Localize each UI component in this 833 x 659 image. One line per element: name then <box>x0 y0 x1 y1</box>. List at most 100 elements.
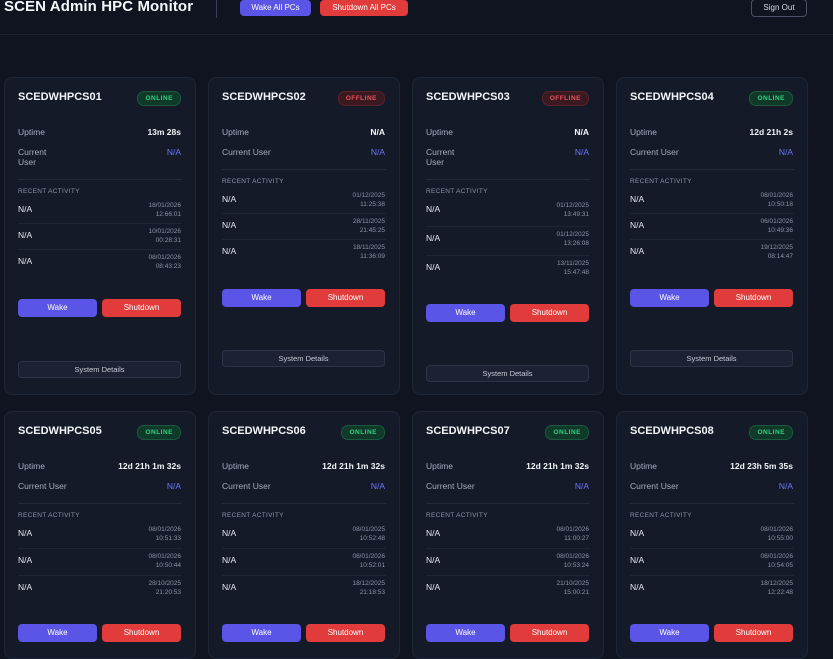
wake-button[interactable]: Wake <box>18 624 97 642</box>
section-divider <box>426 503 590 504</box>
activity-timestamp: 28/11/2025 21:45:25 <box>353 218 385 235</box>
activity-time: 10:51:33 <box>155 534 181 542</box>
wake-button[interactable]: Wake <box>630 624 709 642</box>
activity-separator <box>426 255 590 256</box>
uptime-label: Uptime <box>630 127 657 137</box>
wake-all-button[interactable]: Wake All PCs <box>240 0 311 16</box>
activity-user: N/A <box>426 555 441 565</box>
shutdown-button[interactable]: Shutdown <box>510 304 589 322</box>
activity-time: 08:43:23 <box>155 262 181 270</box>
activity-separator <box>18 223 182 224</box>
pc-name: SCEDWHPCS04 <box>630 91 714 103</box>
activity-user: N/A <box>222 528 237 538</box>
activity-timestamp: 08/01/2026 10:54:05 <box>760 553 793 570</box>
current-user-value: N/A <box>778 481 793 491</box>
activity-time: 13:26:08 <box>563 239 589 247</box>
uptime-label: Uptime <box>222 461 249 471</box>
activity-date: 13/11/2025 <box>556 260 589 267</box>
activity-date: 01/12/2025 <box>352 192 385 199</box>
shutdown-button[interactable]: Shutdown <box>102 624 181 642</box>
activity-user: N/A <box>426 233 441 243</box>
activity-time: 10:55:00 <box>767 534 793 542</box>
pc-card: SCEDWHPCS06 ONLINE Uptime 12d 21h 1m 32s Cur… <box>208 411 400 659</box>
activity-user: N/A <box>18 582 33 592</box>
activity-date: 08/01/2025 <box>352 526 385 533</box>
shutdown-button[interactable]: Shutdown <box>306 624 385 642</box>
activity-timestamp: 08/01/2026 10:55:00 <box>760 526 793 543</box>
activity-user: N/A <box>222 555 237 565</box>
uptime-value: 12d 21h 1m 32s <box>322 461 385 471</box>
activity-separator <box>18 548 182 549</box>
system-details-button[interactable]: System Details <box>630 350 793 367</box>
activity-time: 21:45:25 <box>359 226 385 234</box>
activity-date: 28/11/2025 <box>352 218 385 225</box>
activity-time: 10:52:01 <box>359 561 385 569</box>
activity-date: 08/01/2026 <box>760 192 793 199</box>
activity-time: 10:49:36 <box>767 226 793 234</box>
activity-time: 15:00:21 <box>563 588 589 596</box>
activity-user: N/A <box>426 528 441 538</box>
activity-user: N/A <box>222 582 237 592</box>
activity-separator <box>18 575 182 576</box>
activity-timestamp: 28/10/2025 21:20:53 <box>148 580 181 597</box>
activity-date: 08/01/2026 <box>148 553 181 560</box>
activity-separator <box>222 575 386 576</box>
activity-timestamp: 08/01/2026 08:43:23 <box>148 254 181 271</box>
activity-date: 01/12/2025 <box>556 202 589 209</box>
wake-button[interactable]: Wake <box>426 624 505 642</box>
current-user-label: Current User <box>18 481 67 491</box>
activity-date: 08/01/2026 <box>556 526 589 533</box>
activity-timestamp: 01/12/2025 11:25:38 <box>352 192 385 209</box>
activity-user: N/A <box>18 256 33 266</box>
activity-user: N/A <box>630 528 645 538</box>
activity-timestamp: 10/01/2026 00:28:31 <box>148 228 181 245</box>
pc-name: SCEDWHPCS06 <box>222 425 306 437</box>
activity-timestamp: 01/12/2025 13:49:31 <box>556 202 589 219</box>
shutdown-button[interactable]: Shutdown <box>102 299 181 317</box>
section-divider <box>18 503 182 504</box>
activity-timestamp: 08/01/2026 10:51:33 <box>148 526 181 543</box>
activity-time: 00:28:31 <box>155 236 181 244</box>
wake-button[interactable]: Wake <box>426 304 505 322</box>
wake-button[interactable]: Wake <box>18 299 97 317</box>
shutdown-all-button[interactable]: Shutdown All PCs <box>320 0 408 16</box>
current-user-value: N/A <box>370 147 385 157</box>
activity-date: 06/01/2026 <box>760 218 793 225</box>
pc-name: SCEDWHPCS02 <box>222 91 306 103</box>
activity-time: 13:49:31 <box>563 210 589 218</box>
activity-date: 18/01/2026 <box>148 202 181 209</box>
status-badge: ONLINE <box>341 425 385 440</box>
sign-out-button[interactable]: Sign Out <box>751 0 807 17</box>
shutdown-button[interactable]: Shutdown <box>714 289 793 307</box>
activity-timestamp: 18/12/2025 21:18:53 <box>352 580 385 597</box>
system-details-button[interactable]: System Details <box>426 365 589 382</box>
activity-timestamp: 19/12/2025 08:14:47 <box>760 244 793 261</box>
recent-activity-title: RECENT ACTIVITY <box>18 188 80 195</box>
shutdown-button[interactable]: Shutdown <box>510 624 589 642</box>
wake-button[interactable]: Wake <box>630 289 709 307</box>
activity-date: 18/12/2025 <box>352 580 385 587</box>
activity-user: N/A <box>630 555 645 565</box>
shutdown-button[interactable]: Shutdown <box>714 624 793 642</box>
current-user-label: Current User <box>630 147 679 157</box>
activity-timestamp: 21/10/2025 15:00:21 <box>556 580 589 597</box>
uptime-value: N/A <box>370 127 385 137</box>
wake-button[interactable]: Wake <box>222 624 301 642</box>
activity-time: 08:14:47 <box>767 252 793 260</box>
recent-activity-title: RECENT ACTIVITY <box>222 512 284 519</box>
system-details-button[interactable]: System Details <box>222 350 385 367</box>
activity-timestamp: 06/01/2026 10:49:36 <box>760 218 793 235</box>
wake-button[interactable]: Wake <box>222 289 301 307</box>
activity-user: N/A <box>630 220 645 230</box>
activity-time: 10:53:24 <box>563 561 589 569</box>
activity-timestamp: 18/11/2025 11:36:09 <box>353 244 385 261</box>
shutdown-button[interactable]: Shutdown <box>306 289 385 307</box>
activity-date: 08/01/2026 <box>760 553 793 560</box>
activity-time: 21:18:53 <box>359 588 385 596</box>
system-details-button[interactable]: System Details <box>18 361 181 378</box>
current-user-value: N/A <box>574 481 589 491</box>
activity-user: N/A <box>18 528 33 538</box>
activity-user: N/A <box>222 220 237 230</box>
activity-separator <box>222 548 386 549</box>
pc-name: SCEDWHPCS05 <box>18 425 102 437</box>
